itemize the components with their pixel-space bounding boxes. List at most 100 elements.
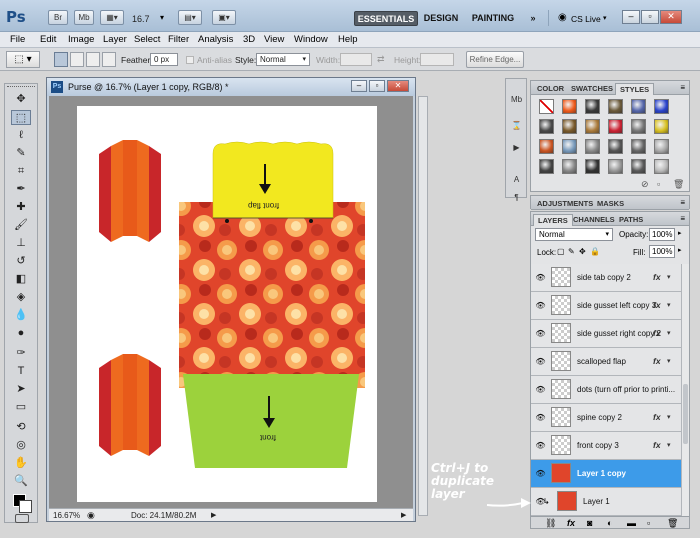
bridge-button[interactable]: Br [48,10,68,25]
layer-list-scrollbar[interactable] [681,264,689,516]
new-layer-icon[interactable]: ▫ [647,518,650,528]
zoom-tool-icon[interactable]: 🔍 [11,474,31,489]
screen-mode-button[interactable]: ▣▾ [212,10,236,25]
lock-position-icon[interactable]: ✥ [579,247,586,256]
swap-icon[interactable]: ⇄ [377,54,385,65]
healing-brush-tool-icon[interactable]: ✚ [11,200,31,215]
document-minimize-button[interactable]: – [351,80,367,92]
shape-tool-icon[interactable]: ▭ [11,400,31,415]
menu-view[interactable]: View [264,34,284,45]
style-swatch[interactable] [631,119,646,134]
menu-image[interactable]: Image [68,34,94,45]
chevron-down-icon[interactable]: ▾ [667,413,671,421]
3d-orbit-tool-icon[interactable]: ◎ [11,438,31,453]
blend-mode-select[interactable]: Normal ▾ [535,228,613,241]
style-swatch[interactable] [654,99,669,114]
chevron-down-icon[interactable]: ▾ [160,13,164,22]
add-mask-icon[interactable]: ◙ [587,518,592,528]
3d-rotate-tool-icon[interactable]: ⟲ [11,420,31,435]
layer-row[interactable]: 👁 side gusset left copy 3 fx ▾ [531,292,681,320]
tab-swatches[interactable]: SWATCHES [567,83,617,95]
style-swatch[interactable] [562,99,577,114]
width-input[interactable] [340,53,372,66]
tab-styles[interactable]: STYLES [615,83,655,95]
style-swatch[interactable] [585,139,600,154]
tab-adjustments[interactable]: ADJUSTMENTS [533,198,597,210]
cs-live-button[interactable]: CS Live [571,14,601,24]
menu-layer[interactable]: Layer [103,34,127,45]
style-swatch[interactable] [631,159,646,174]
chevron-down-icon[interactable]: ▾ [667,273,671,281]
chevron-down-icon[interactable]: ▾ [667,441,671,449]
tool-preset-picker[interactable]: ⬚ ▾ [6,51,40,68]
more-workspaces-button[interactable]: » [526,11,540,26]
menu-help[interactable]: Help [338,34,358,45]
history-icon[interactable]: ⌛ [509,119,524,132]
minimize-button[interactable]: – [622,10,640,24]
layer-row[interactable]: 👁 dots (turn off prior to printi... [531,376,681,404]
dodge-tool-icon[interactable]: ● [11,326,31,341]
document-close-button[interactable]: ✕ [387,80,409,92]
visibility-eye-icon[interactable]: 👁 [535,385,546,394]
view-extras-dropdown[interactable]: ▦▾ [100,10,124,25]
crop-tool-icon[interactable]: ⌗ [11,164,31,179]
adjustment-layer-icon[interactable]: ◐ [607,518,612,528]
visibility-eye-icon[interactable]: 👁 [535,273,546,282]
intersect-selection-button[interactable] [102,52,116,67]
scrollbar-thumb[interactable] [683,384,688,444]
background-color-swatch[interactable] [19,500,32,513]
panel-menu-icon[interactable]: ≡ [680,198,685,207]
chevron-right-icon[interactable]: ▸ [678,229,682,237]
layer-effects-icon[interactable]: fx [653,328,661,338]
layer-row[interactable]: 👁 side tab copy 2 fx ▾ [531,264,681,292]
add-to-selection-button[interactable] [70,52,84,67]
workspace-essentials[interactable]: ESSENTIALS [354,11,418,26]
scroll-right-icon[interactable]: ▶ [401,510,406,521]
fill-input[interactable]: 100% [649,245,675,258]
layer-effects-icon[interactable]: fx [653,300,661,310]
blur-tool-icon[interactable]: 💧 [11,308,31,323]
tab-masks[interactable]: MASKS [593,198,628,210]
menu-select[interactable]: Select [134,34,160,45]
path-selection-tool-icon[interactable]: ➤ [11,382,31,397]
paragraph-icon[interactable]: ¶ [509,191,524,204]
tab-color[interactable]: COLOR [533,83,568,95]
document-scrollbar[interactable] [418,96,428,516]
menu-file[interactable]: File [10,34,25,45]
lock-image-icon[interactable]: ✎ [568,247,575,256]
pen-tool-icon[interactable]: ✑ [11,346,31,361]
visibility-eye-icon[interactable]: 👁 [535,329,546,338]
brush-tool-icon[interactable]: 🖌 [11,218,31,233]
layer-row[interactable]: 👁 scalloped flap fx ▾ [531,348,681,376]
document-canvas-area[interactable]: front flap front [49,96,413,510]
chevron-down-icon[interactable]: ▾ [667,357,671,365]
chevron-right-icon[interactable]: ▸ [678,246,682,254]
visibility-eye-icon[interactable]: 👁 [535,301,546,310]
status-menu-arrow-icon[interactable]: ▶ [211,510,216,521]
layer-row[interactable]: 👁 spine copy 2 fx ▾ [531,404,681,432]
lock-all-icon[interactable]: 🔒 [590,247,600,256]
document-title-bar[interactable]: Ps Purse @ 16.7% (Layer 1 copy, RGB/8) *… [47,78,415,96]
new-group-icon[interactable]: ▬ [627,518,636,528]
menu-edit[interactable]: Edit [40,34,56,45]
quick-mask-button[interactable] [15,514,29,523]
style-swatch[interactable] [585,159,600,174]
new-style-icon[interactable]: ▫ [657,179,660,189]
status-info-icon[interactable]: ◉ [87,510,95,521]
style-swatch[interactable] [539,119,554,134]
paint-bucket-tool-icon[interactable]: ◈ [11,290,31,305]
character-icon[interactable]: A [509,173,524,186]
style-swatch[interactable] [654,159,669,174]
anti-alias-checkbox[interactable] [186,56,194,64]
link-layers-icon[interactable]: ⛓ [545,518,556,528]
visibility-eye-icon[interactable]: 👁 [535,357,546,366]
history-brush-tool-icon[interactable]: ↺ [11,254,31,269]
panel-menu-icon[interactable]: ≡ [680,83,685,92]
style-swatch[interactable] [562,119,577,134]
opacity-input[interactable]: 100% [649,228,675,241]
visibility-eye-icon[interactable]: 👁 [535,441,546,450]
style-swatch[interactable] [585,99,600,114]
type-tool-icon[interactable]: T [11,364,31,379]
status-zoom-field[interactable]: 16.67% [53,510,80,521]
chevron-down-icon[interactable]: ▾ [603,14,607,22]
